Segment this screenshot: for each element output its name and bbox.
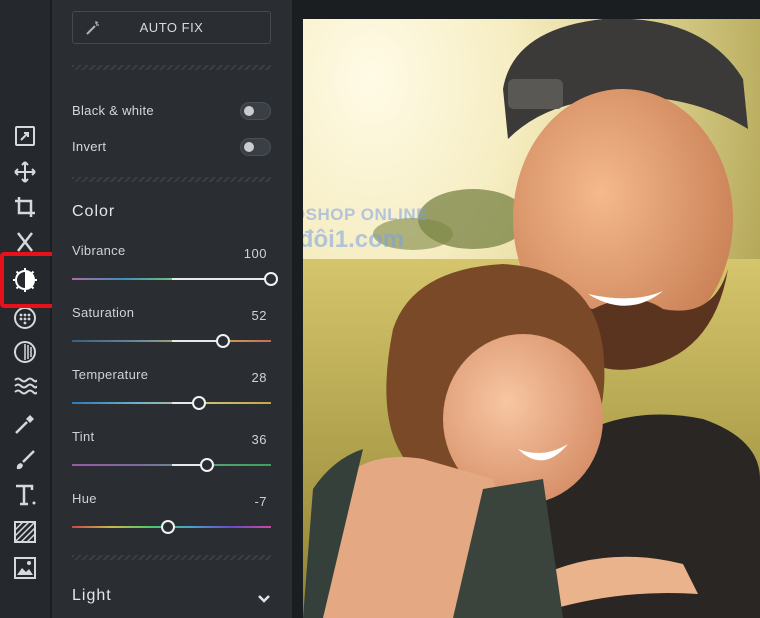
- vignette-icon: [14, 341, 36, 363]
- text-icon: [16, 484, 36, 506]
- invert-label: Invert: [72, 139, 107, 154]
- slider-fill: [171, 278, 271, 280]
- slider-tint[interactable]: [72, 458, 271, 472]
- slider-value-temperature: 28: [251, 370, 267, 385]
- crop-icon: [15, 197, 35, 217]
- pipette-icon: [15, 415, 34, 434]
- slider-thumb[interactable]: [192, 396, 207, 410]
- tool-move[interactable]: [0, 154, 50, 190]
- slider-label-temperature: Temperature: [72, 367, 149, 382]
- divider: [72, 65, 271, 70]
- tool-crop[interactable]: [0, 189, 50, 225]
- slider-value-tint: 36: [251, 432, 267, 447]
- watermark-line1: PHOTOSHOP ONLINE: [303, 205, 428, 224]
- color-section-title: Color: [72, 203, 116, 220]
- cut-icon: [17, 232, 33, 252]
- tool-sidebar: [0, 0, 60, 618]
- watermark-line2: đôi1.com: [303, 226, 405, 253]
- photo-editor: AUTO FIX Black & white Invert Color Vibr…: [0, 0, 760, 618]
- active-tool-highlight: [0, 252, 60, 308]
- texture-icon: [14, 521, 36, 543]
- move-icon: [14, 161, 36, 183]
- tool-vignette[interactable]: [0, 334, 50, 370]
- tool-edit[interactable]: [0, 118, 50, 154]
- slider-thumb[interactable]: [264, 272, 278, 286]
- light-section-title[interactable]: Light: [72, 587, 112, 605]
- slider-value-hue: -7: [254, 494, 267, 509]
- slider-label-saturation: Saturation: [72, 305, 135, 320]
- slider-label-vibrance: Vibrance: [72, 243, 126, 258]
- slider-value-vibrance: 100: [243, 246, 267, 261]
- edit-icon: [15, 126, 35, 146]
- slider-thumb[interactable]: [216, 334, 231, 348]
- magic-wand-icon: [86, 21, 99, 35]
- auto-fix-label: AUTO FIX: [139, 20, 204, 35]
- black-white-toggle[interactable]: [240, 102, 271, 120]
- tool-text[interactable]: [0, 477, 50, 513]
- tool-waves[interactable]: [0, 368, 50, 404]
- adjustments-panel: AUTO FIX Black & white Invert Color Vibr…: [52, 0, 292, 618]
- invert-toggle[interactable]: [240, 138, 271, 156]
- slider-value-saturation: 52: [251, 308, 267, 323]
- divider: [72, 177, 271, 182]
- watermark: PHOTOSHOP ONLINE đôi1.com: [303, 205, 428, 254]
- slider-label-hue: Hue: [72, 491, 97, 506]
- slider-hue[interactable]: [72, 520, 271, 534]
- slider-label-tint: Tint: [72, 429, 95, 444]
- tool-image[interactable]: [0, 550, 50, 586]
- photo[interactable]: PHOTOSHOP ONLINE đôi1.com: [303, 19, 760, 618]
- image-canvas[interactable]: PHOTOSHOP ONLINE đôi1.com: [292, 0, 760, 618]
- filter-dots-icon: [14, 307, 36, 329]
- tool-pipette[interactable]: [0, 406, 50, 442]
- slider-vibrance[interactable]: [72, 272, 278, 286]
- slider-thumb[interactable]: [200, 458, 215, 472]
- slider-thumb[interactable]: [160, 520, 175, 534]
- tool-texture[interactable]: [0, 514, 50, 550]
- chevron-down-icon[interactable]: [257, 592, 271, 606]
- slider-temperature[interactable]: [72, 396, 271, 410]
- image-icon: [14, 557, 36, 579]
- toggle-knob: [244, 106, 254, 116]
- divider: [72, 555, 271, 560]
- photo-image: [303, 19, 760, 618]
- slider-saturation[interactable]: [72, 334, 271, 348]
- waves-icon: [14, 377, 37, 395]
- toggle-knob: [244, 142, 254, 152]
- black-white-label: Black & white: [72, 103, 154, 118]
- brush-icon: [16, 450, 35, 470]
- tool-brush[interactable]: [0, 442, 50, 478]
- auto-fix-button[interactable]: AUTO FIX: [72, 11, 271, 44]
